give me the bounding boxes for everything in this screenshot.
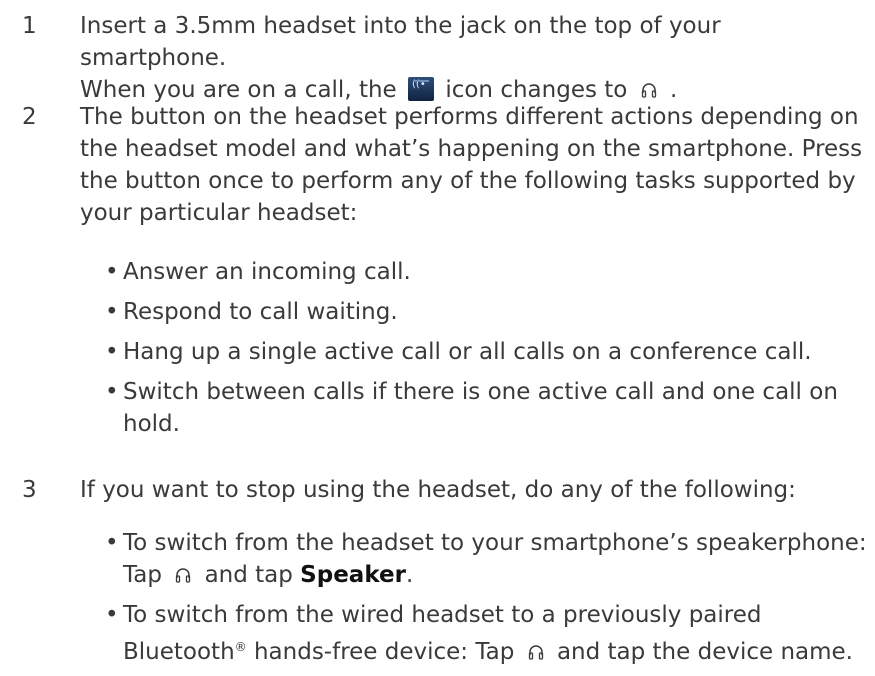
list-item: Hang up a single active call or all call…: [105, 336, 870, 368]
list-item: Respond to call waiting.: [105, 296, 870, 328]
step-line: Insert a 3.5mm headset into the jack on …: [80, 13, 721, 71]
step-number: 3: [22, 477, 37, 503]
step-3-bullet-list: To switch from the headset to your smart…: [105, 527, 870, 668]
list-item: To switch from the headset to your smart…: [105, 527, 870, 591]
step-text: Insert a 3.5mm headset into the jack on …: [80, 10, 870, 106]
headset-icon: [176, 568, 191, 583]
headset-icon: [641, 83, 656, 98]
step-2-bullet-list: Answer an incoming call. Respond to call…: [105, 256, 870, 440]
list-item: Switch between calls if there is one act…: [105, 376, 870, 440]
speaker-icon: ((•: [408, 77, 435, 101]
list-item: To switch from the wired headset to a pr…: [105, 599, 870, 668]
speaker-label: Speaker: [300, 562, 406, 588]
headset-icon: [528, 645, 543, 660]
step-text: The button on the headset performs diffe…: [80, 104, 863, 226]
list-item: Answer an incoming call.: [105, 256, 870, 288]
step-number: 1: [22, 13, 37, 39]
registered-mark: ®: [234, 640, 247, 654]
instruction-page: 1 Insert a 3.5mm headset into the jack o…: [0, 0, 875, 676]
speaker-icon-label-bar: [413, 80, 430, 82]
step-number: 2: [22, 104, 37, 130]
step-1: 1 Insert a 3.5mm headset into the jack o…: [0, 10, 875, 103]
step-text: If you want to stop using the headset, d…: [80, 477, 796, 503]
